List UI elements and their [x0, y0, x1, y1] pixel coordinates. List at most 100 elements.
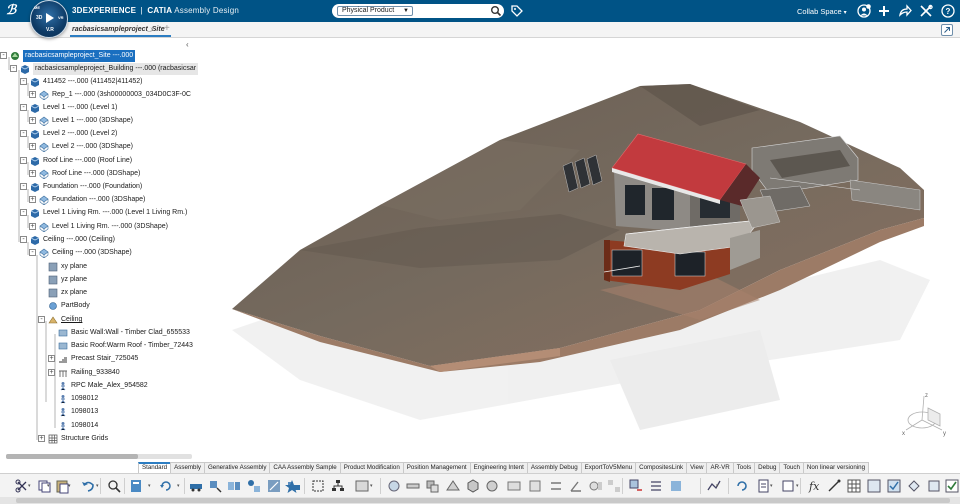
close-icon[interactable]: × — [150, 23, 155, 37]
tab-section[interactable]: View — [686, 462, 708, 473]
table-icon[interactable] — [846, 478, 862, 494]
dassault-logo-icon[interactable]: ℬ — [6, 3, 24, 19]
offset-icon[interactable] — [548, 478, 564, 494]
collapse-toggle-icon[interactable]: - — [29, 249, 36, 256]
tree-node[interactable]: - Level 1 Living Rm. ---.000 (Level 1 Liv… — [20, 207, 187, 219]
car-icon[interactable] — [188, 478, 204, 494]
compass-widget[interactable]: ME 3D VR V.R — [30, 0, 68, 38]
tree-node[interactable]: - Ceiling ---.000 (Ceiling) — [20, 234, 115, 246]
expand-toggle-icon[interactable]: + — [29, 117, 36, 124]
tab-section[interactable]: Non linear versioning — [802, 462, 870, 473]
tree-node[interactable]: - Foundation ---.000 (Foundation) — [20, 181, 142, 193]
tree-node[interactable]: - Ceiling ---.000 (3DShape) — [29, 247, 132, 259]
constraint-icon[interactable] — [266, 478, 282, 494]
add-tab-icon[interactable]: + — [164, 22, 170, 36]
tab-section[interactable]: Engineering Intent — [469, 462, 528, 473]
reorder-icon[interactable] — [648, 478, 664, 494]
tree-node[interactable]: + Roof Line ---.000 (3DShape) — [29, 168, 140, 180]
manipulate-icon[interactable] — [207, 478, 223, 494]
dropdown-caret-icon[interactable]: ▾ — [177, 483, 180, 489]
tree-node[interactable]: zx plane — [48, 287, 87, 299]
tag-icon[interactable] — [510, 4, 524, 18]
rule-icon[interactable] — [866, 478, 882, 494]
tree-node[interactable]: + Railing_933840 — [48, 367, 120, 379]
axis-gizmo[interactable]: z x y — [898, 388, 950, 440]
tree-node[interactable]: - racbasicsampleproject_Site ---.000 — [0, 50, 136, 62]
tree-node[interactable]: - 411452 ---.000 (411452|411452) — [20, 76, 143, 88]
replace-icon[interactable] — [628, 478, 644, 494]
tab-section[interactable]: Generative Assembly — [203, 462, 271, 473]
search-input[interactable] — [416, 6, 486, 16]
select-icon[interactable] — [310, 478, 326, 494]
tree-node[interactable]: Basic Roof:Warm Roof - Timber_72443 — [58, 340, 193, 352]
expand-toggle-icon[interactable]: + — [29, 170, 36, 177]
validate-icon[interactable] — [944, 478, 960, 494]
tree-node[interactable]: + Rep_1 ---.000 (3sh00000003_034D0C3F-0C — [29, 89, 191, 101]
play-icon[interactable] — [46, 13, 54, 23]
favorite-icon[interactable] — [284, 478, 300, 494]
add-icon[interactable] — [876, 3, 892, 19]
flexible-icon[interactable] — [668, 478, 684, 494]
expand-toggle-icon[interactable]: + — [29, 143, 36, 150]
part-icon[interactable] — [465, 478, 481, 494]
tab-section[interactable]: Product Modification — [339, 462, 404, 473]
collapse-toggle-icon[interactable]: - — [20, 104, 27, 111]
tab-section[interactable]: ExportToV5Menu — [580, 462, 637, 473]
dropdown-caret-icon[interactable]: ▾ — [47, 483, 50, 489]
tree-node[interactable]: - Level 2 ---.000 (Level 2) — [20, 128, 117, 140]
tree-node[interactable]: + Level 1 Living Rm. ---.000 (3DShape) — [29, 221, 168, 233]
tree-node[interactable]: + Level 1 ---.000 (3DShape) — [29, 115, 133, 127]
tab-section[interactable]: CAA Assembly Sample — [269, 462, 341, 473]
book-icon[interactable] — [128, 478, 144, 494]
collapse-toggle-icon[interactable]: - — [20, 209, 27, 216]
tree-node[interactable]: 1098014 — [58, 420, 98, 432]
search-scope-dropdown[interactable]: Physical Product ▼ — [337, 6, 413, 16]
tab-section[interactable]: Position Management — [402, 462, 471, 473]
measure-icon[interactable] — [405, 478, 421, 494]
knowledge-icon[interactable] — [780, 478, 796, 494]
parameter-icon[interactable] — [826, 478, 842, 494]
collapse-toggle-icon[interactable]: - — [20, 78, 27, 85]
tree-node[interactable]: - racbasicsampleproject_Building ---.000 … — [10, 63, 199, 75]
tree-node[interactable]: yz plane — [48, 274, 87, 286]
angle-icon[interactable] — [568, 478, 584, 494]
tree-node[interactable]: - Ceiling — [38, 314, 82, 326]
tree-node[interactable]: + Foundation ---.000 (3DShape) — [29, 194, 145, 206]
hierarchy-icon[interactable] — [330, 478, 346, 494]
scrollbar-thumb[interactable] — [16, 498, 950, 503]
tree-node[interactable]: + Precast Stair_725045 — [48, 353, 138, 365]
dropdown-caret-icon[interactable]: ▾ — [796, 483, 799, 489]
expand-toggle-icon[interactable]: + — [48, 355, 55, 362]
tree-node[interactable]: Basic Wall:Wall - Timber Clad_655533 — [58, 327, 190, 339]
expand-toggle-icon[interactable]: + — [29, 223, 36, 230]
tree-node[interactable]: 1098012 — [58, 393, 98, 405]
expand-toggle-icon[interactable]: + — [38, 435, 45, 442]
dropdown-caret-icon[interactable]: ▾ — [28, 483, 31, 489]
dropdown-caret-icon[interactable]: ▾ — [148, 483, 151, 489]
tree-node[interactable]: + Structure Grids — [38, 433, 108, 445]
collapse-toggle-icon[interactable]: - — [20, 183, 27, 190]
zoom-icon[interactable] — [106, 478, 122, 494]
clash-icon[interactable] — [424, 478, 440, 494]
collapse-toggle-icon[interactable]: - — [0, 52, 7, 59]
update-icon[interactable] — [734, 478, 750, 494]
search-icon[interactable] — [490, 5, 502, 17]
tree-node[interactable]: - Roof Line ---.000 (Roof Line) — [20, 155, 132, 167]
expand-toggle-icon[interactable]: + — [29, 91, 36, 98]
tree-node[interactable]: PartBody — [48, 300, 90, 312]
collapse-tree-icon[interactable]: ‹ — [186, 40, 189, 49]
check-icon[interactable] — [886, 478, 902, 494]
tools-icon[interactable] — [918, 3, 934, 19]
tree-node[interactable]: 1098013 — [58, 406, 98, 418]
collapse-toggle-icon[interactable]: - — [38, 316, 45, 323]
assembly-icon[interactable] — [246, 478, 262, 494]
shape-icon[interactable] — [484, 478, 500, 494]
section-icon[interactable] — [445, 478, 461, 494]
collapse-toggle-icon[interactable]: - — [10, 65, 17, 72]
design-table-icon[interactable] — [926, 478, 942, 494]
undo-icon[interactable] — [80, 478, 96, 494]
mate-icon[interactable] — [506, 478, 522, 494]
tab-section[interactable]: CompositesLink — [635, 462, 688, 473]
collapse-toggle-icon[interactable]: - — [20, 157, 27, 164]
tab-section[interactable]: Touch — [779, 462, 804, 473]
